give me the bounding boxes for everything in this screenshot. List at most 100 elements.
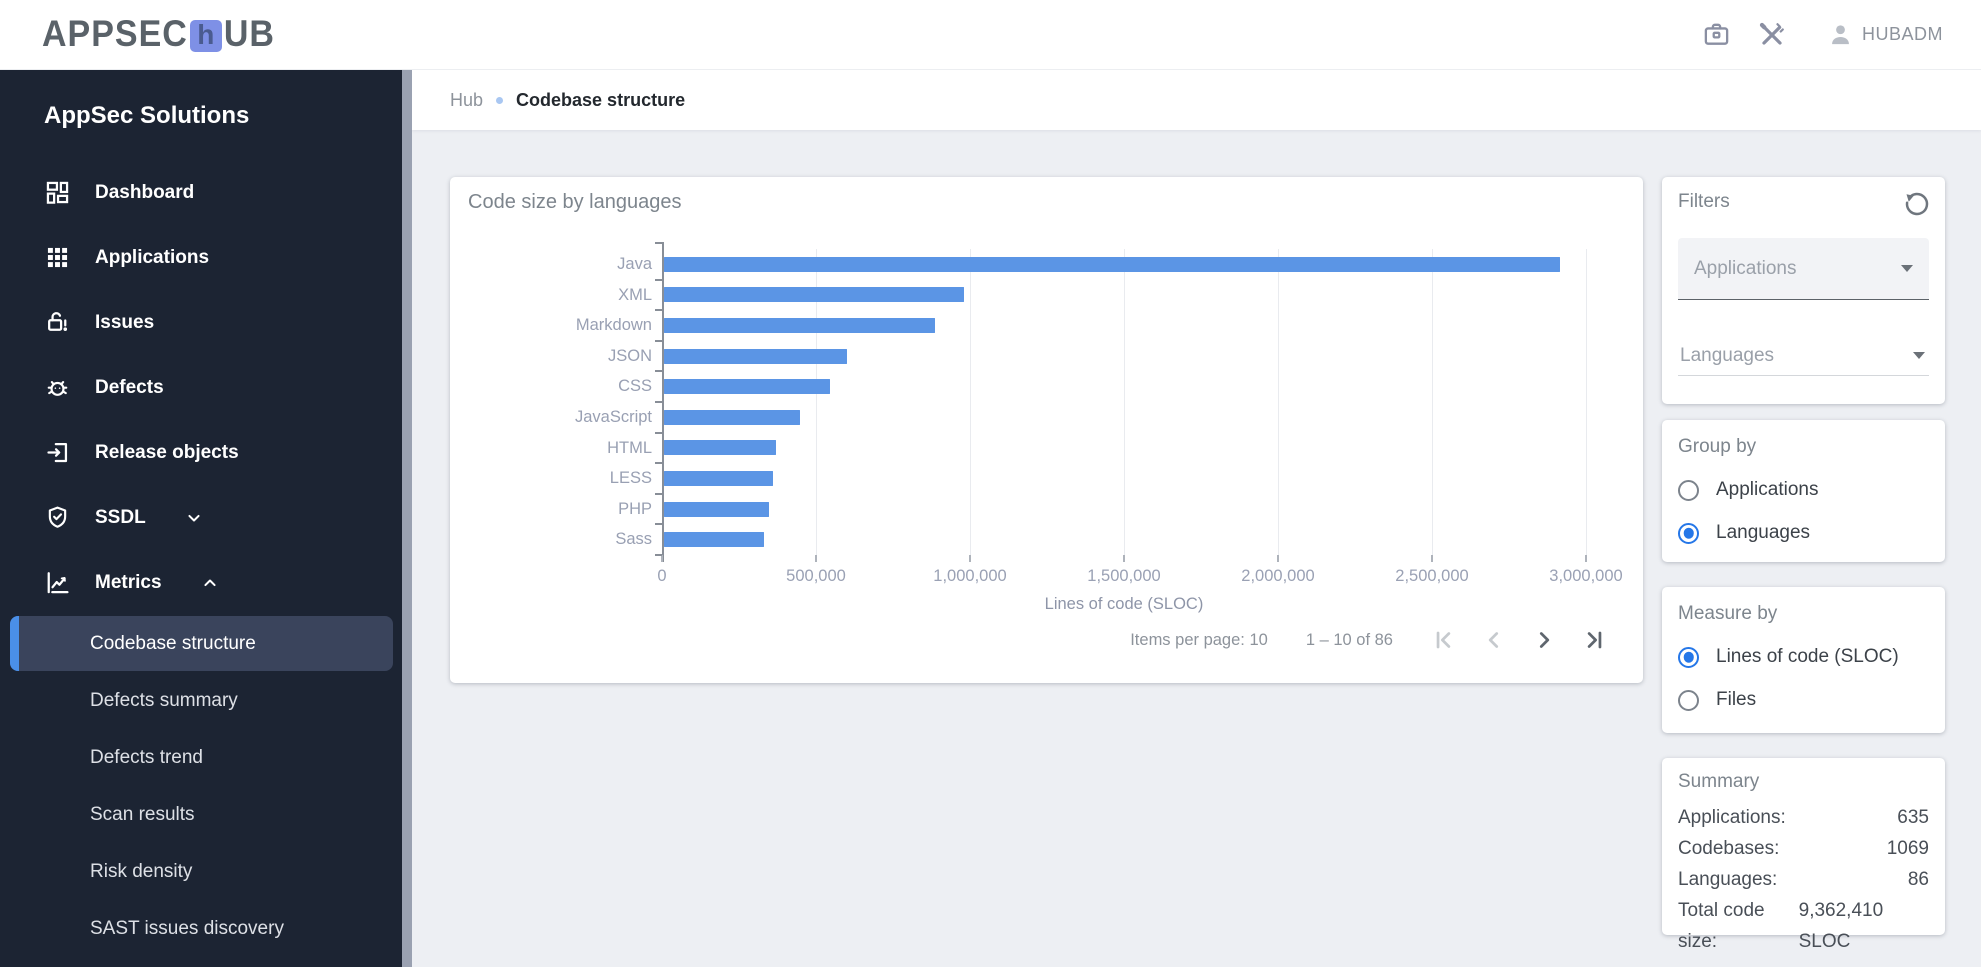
- first-page-icon[interactable]: [1431, 627, 1457, 653]
- languages-filter-placeholder: Languages: [1680, 344, 1775, 366]
- sidebar-item-release-objects[interactable]: Release objects: [0, 420, 402, 485]
- y-tick-mark: [655, 462, 662, 465]
- category-label: LESS: [609, 469, 652, 488]
- sidebar-item-issues[interactable]: Issues: [0, 290, 402, 355]
- sidebar-item-defects[interactable]: Defects: [0, 355, 402, 420]
- measure-by-files-option[interactable]: Files: [1678, 689, 1929, 711]
- user-menu[interactable]: HUBADM: [1827, 21, 1943, 48]
- last-page-icon[interactable]: [1581, 627, 1607, 653]
- sidebar-item-metrics[interactable]: Metrics: [0, 550, 402, 615]
- x-tick-label: 2,500,000: [1395, 567, 1469, 585]
- dropdown-arrow-icon: [1901, 265, 1913, 272]
- x-tick-mark: [815, 555, 817, 562]
- previous-page-icon[interactable]: [1481, 627, 1507, 653]
- gridline: [1124, 249, 1125, 555]
- bar-html: [664, 440, 777, 456]
- y-tick-mark: [655, 523, 662, 526]
- bug-icon: [44, 374, 71, 401]
- category-label: Markdown: [575, 316, 652, 335]
- category-label: JSON: [607, 346, 652, 365]
- x-tick-mark: [1123, 555, 1125, 562]
- category-label: HTML: [607, 438, 652, 457]
- filters-title: Filters: [1678, 191, 1730, 212]
- sidebar-title: AppSec Solutions: [44, 102, 250, 129]
- sidebar-subitem-risk-density[interactable]: Risk density: [0, 843, 402, 900]
- reset-filters-icon[interactable]: [1902, 189, 1932, 219]
- group-by-title: Group by: [1678, 436, 1757, 457]
- group-by-applications-option[interactable]: Applications: [1678, 479, 1929, 501]
- x-tick-mark: [1585, 555, 1587, 562]
- bar-php: [664, 501, 769, 517]
- y-tick-mark: [655, 309, 662, 312]
- tools-icon[interactable]: [1757, 20, 1787, 50]
- x-axis-title: Lines of code (SLOC): [1044, 595, 1204, 613]
- breadcrumb: Hub Codebase structure: [412, 70, 1981, 130]
- summary-card: Summary Applications: 635 Codebases: 1069 …: [1662, 758, 1945, 952]
- chevron-up-icon: [200, 573, 220, 593]
- y-tick-mark: [655, 370, 662, 373]
- applications-filter-placeholder: Applications: [1694, 257, 1797, 279]
- chevron-down-icon: [184, 508, 204, 528]
- dashboard-icon: [44, 179, 71, 206]
- app-header: APPSEC h UB HUBADM: [0, 0, 1981, 70]
- sidebar-item-applications[interactable]: Applications: [0, 225, 402, 290]
- x-tick-mark: [969, 555, 971, 562]
- category-label: Sass: [615, 530, 652, 549]
- next-page-icon[interactable]: [1531, 627, 1557, 653]
- sidebar-item-label: Issues: [95, 311, 155, 333]
- sidebar-item-label: Metrics: [95, 571, 162, 593]
- bar-less: [664, 471, 774, 486]
- category-label: XML: [618, 285, 652, 304]
- x-tick-mark: [1277, 555, 1279, 562]
- measure-by-sloc-option[interactable]: Lines of code (SLOC): [1678, 646, 1929, 668]
- briefcase-icon[interactable]: [1702, 20, 1731, 49]
- logo-text-left: APPSEC: [42, 13, 188, 55]
- sidebar-scrollbar-thumb[interactable]: [402, 70, 412, 967]
- sidebar-subitem-scan-results[interactable]: Scan results: [0, 786, 402, 843]
- breadcrumb-root-link[interactable]: Hub: [450, 90, 483, 111]
- bar-css: [664, 379, 831, 395]
- y-tick-mark: [655, 554, 662, 556]
- x-tick-label: 3,000,000: [1549, 567, 1623, 585]
- paginator-range: 1 – 10 of 86: [1305, 630, 1393, 649]
- sidebar-subitem-sast-issues-discovery[interactable]: SAST issues discovery: [0, 900, 402, 957]
- bar-java: [664, 256, 1561, 272]
- sidebar-item-label: Release objects: [95, 441, 239, 463]
- group-by-languages-option[interactable]: Languages: [1678, 522, 1929, 544]
- radio-on-icon: [1678, 646, 1699, 668]
- code-size-chart-card: Code size by languages 0 500,000 1,000,000…: [450, 177, 1643, 683]
- y-tick-mark: [655, 492, 662, 495]
- app-logo[interactable]: APPSEC h UB: [42, 13, 275, 55]
- category-label: Java: [617, 255, 652, 273]
- y-tick-mark: [655, 401, 662, 403]
- breadcrumb-current: Codebase structure: [516, 89, 686, 110]
- sidebar-nav: AppSec Solutions Dashboard Applications: [0, 70, 402, 967]
- summary-row-codebases: Codebases: 1069: [1678, 838, 1929, 859]
- gridline: [1278, 249, 1279, 555]
- radio-off-icon: [1678, 689, 1699, 711]
- sidebar-scrollbar: [402, 70, 412, 967]
- user-icon: [1832, 25, 1849, 45]
- gridline: [1586, 249, 1587, 555]
- sidebar-item-label: Applications: [95, 246, 210, 268]
- sidebar-subitem-defects-trend[interactable]: Defects trend: [0, 729, 402, 786]
- sidebar-item-ssdl[interactable]: SSDL: [0, 485, 402, 550]
- bar-plot: 0 500,000 1,000,000 1,500,000 2,000,000 2,500…: [575, 242, 1623, 613]
- sidebar-item-label: SSDL: [95, 506, 146, 528]
- category-label: CSS: [618, 377, 652, 396]
- summary-row-languages: Languages: 86: [1678, 869, 1929, 890]
- lock-open-icon: [44, 309, 71, 336]
- sidebar-subitem-defects-summary[interactable]: Defects summary: [0, 672, 402, 729]
- languages-filter-select[interactable]: Languages: [1678, 336, 1929, 376]
- measure-by-title: Measure by: [1678, 603, 1778, 624]
- sidebar-item-dashboard[interactable]: Dashboard: [0, 160, 402, 225]
- y-tick-mark: [655, 278, 662, 281]
- summary-row-total-code-size: Total code size: 9,362,410 SLOC: [1678, 900, 1884, 952]
- line-chart-icon: [44, 569, 71, 596]
- dropdown-arrow-icon: [1913, 352, 1925, 359]
- items-per-page[interactable]: Items per page: 10: [1130, 631, 1268, 650]
- sidebar-subitem-codebase-structure[interactable]: Codebase structure: [0, 615, 402, 672]
- applications-filter-select[interactable]: Applications: [1678, 238, 1929, 300]
- y-tick-mark: [655, 431, 662, 434]
- x-tick-label: 0: [657, 567, 667, 585]
